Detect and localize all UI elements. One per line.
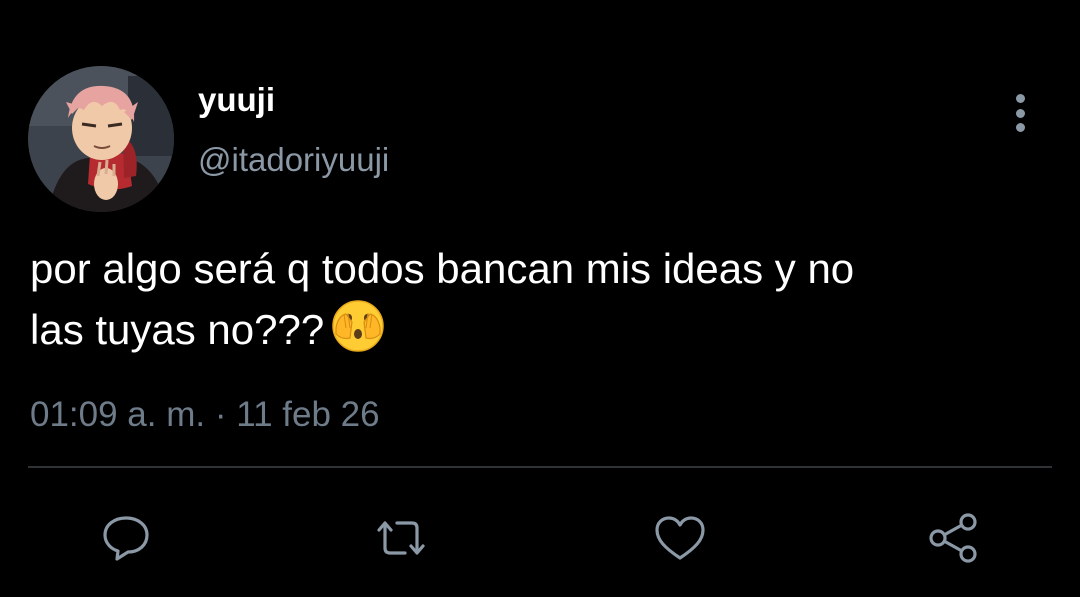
retweet-button[interactable] [373, 510, 429, 566]
face-with-open-eyes-and-hand-over-mouth-emoji [330, 298, 386, 354]
retweet-icon [377, 521, 425, 555]
user-handle[interactable]: @itadoriyuuji [198, 140, 389, 180]
tweet-timestamp[interactable]: 01:09 a. m. · 11 feb 26 [30, 393, 380, 437]
like-icon [655, 516, 705, 560]
display-name[interactable]: yuuji [198, 80, 275, 120]
avatar[interactable] [28, 66, 174, 212]
share-button[interactable] [926, 510, 982, 566]
reply-button[interactable] [98, 510, 154, 566]
more-options-dot [1015, 108, 1025, 118]
reply-icon [103, 516, 149, 561]
more-options-icon[interactable] [1000, 90, 1040, 136]
tweet-text-line-2-text: las tuyas no??? [30, 306, 325, 353]
tweet-text-line-1: por algo será q todos bancan mis ideas y… [30, 245, 855, 292]
like-button[interactable] [652, 510, 708, 566]
tweet-text: por algo será q todos bancan mis ideas y… [30, 240, 1050, 359]
more-options-dot [1015, 94, 1025, 103]
more-options-dot [1015, 123, 1025, 132]
share-icon [929, 513, 977, 563]
divider [28, 466, 1052, 468]
tweet-time: 01:09 a. m. [30, 395, 206, 434]
tweet-date: 11 feb 26 [236, 395, 380, 434]
tweet-text-line-2: las tuyas no??? [30, 298, 1050, 359]
timestamp-separator: · [214, 395, 227, 434]
